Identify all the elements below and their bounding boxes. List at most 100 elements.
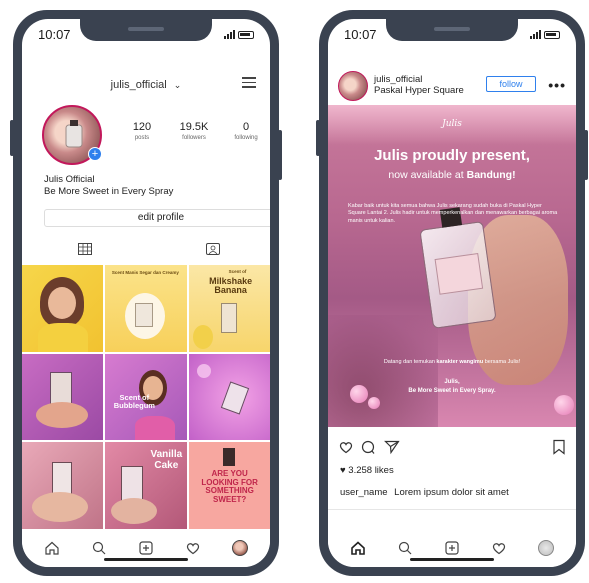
profile-username: julis_official: [110, 79, 167, 91]
post-subline: now available at Bandung!: [328, 169, 576, 181]
grid-caption: ARE YOU LOOKING FOR SOMETHING SWEET?: [201, 469, 258, 504]
subline-text: now available at: [388, 169, 467, 181]
search-icon[interactable]: [397, 540, 413, 556]
caption-text: Lorem ipsum dolor sit amet: [394, 487, 509, 498]
caption-username[interactable]: user_name: [340, 487, 388, 498]
likes-count[interactable]: ♥ 3.258 likes: [340, 465, 394, 476]
brand-logo: Julis: [442, 119, 462, 129]
add-post-icon[interactable]: [138, 540, 154, 556]
add-post-icon[interactable]: [444, 540, 460, 556]
stat-following[interactable]: 0 following: [221, 121, 270, 141]
post-caption: user_name Lorem ipsum dolor sit amet: [340, 487, 509, 498]
bottom-nav: [328, 529, 576, 567]
grid-post[interactable]: [22, 353, 104, 441]
bookmark-icon[interactable]: [552, 439, 566, 455]
profile-avatar-small[interactable]: [232, 540, 249, 556]
chevron-down-icon: ⌄: [173, 80, 182, 90]
perfume-bottle: [419, 207, 497, 329]
invite-text-end: bersama Julis!: [483, 359, 521, 365]
post-actions: [328, 437, 576, 459]
grid-post[interactable]: [22, 442, 104, 529]
likes-text: 3.258 likes: [348, 465, 394, 476]
stat-value: 120: [132, 121, 152, 133]
grid-post[interactable]: [188, 353, 270, 441]
divider: [328, 509, 576, 510]
stat-label: following: [234, 135, 258, 141]
post-author-username[interactable]: julis_official: [374, 74, 422, 85]
heart-icon[interactable]: [185, 540, 201, 556]
post-body-text: Kabar baik untuk kita semua bahwa Julis …: [348, 203, 558, 224]
comment-icon[interactable]: [360, 439, 376, 455]
grid-caption: Scent of Bubblegum: [113, 392, 155, 410]
profile-screen: 10:07 julis_official ⌄ + 120 posts 19.5K…: [22, 19, 270, 567]
grid-caption: Milkshake Banana: [209, 276, 253, 296]
grid-caption-small: Scent of: [228, 269, 247, 274]
home-indicator: [104, 558, 188, 561]
profile-avatar[interactable]: +: [42, 105, 102, 165]
bio-name: Julis Official: [44, 174, 95, 185]
home-icon[interactable]: [350, 540, 366, 556]
edit-profile-button[interactable]: edit profile: [44, 209, 270, 227]
grid-post[interactable]: [22, 265, 104, 352]
grid-post[interactable]: ARE YOU LOOKING FOR SOMETHING SWEET?: [188, 442, 270, 529]
phone-side-button: [278, 130, 282, 180]
bottom-nav: [22, 529, 270, 567]
phone-profile: 10:07 julis_official ⌄ + 120 posts 19.5K…: [10, 10, 282, 576]
heart-icon[interactable]: [491, 540, 507, 556]
status-icons: [530, 30, 560, 39]
phone-side-button: [584, 130, 588, 180]
stat-value: 0: [242, 121, 250, 133]
post-headline: Julis proudly present,: [374, 147, 530, 164]
post-location[interactable]: Paskal Hyper Square: [374, 85, 464, 96]
bio-text: Be More Sweet in Every Spray: [44, 186, 174, 197]
like-heart-icon[interactable]: [338, 439, 354, 455]
tagged-icon[interactable]: [206, 243, 220, 255]
follow-button[interactable]: follow: [486, 76, 536, 92]
menu-icon[interactable]: [242, 77, 256, 91]
status-time: 10:07: [38, 27, 71, 42]
post-image[interactable]: Julis Julis proudly present, now availab…: [328, 105, 576, 427]
notch: [386, 19, 518, 41]
invite-text: Datang dan temukan: [383, 359, 437, 365]
grid-icon[interactable]: [78, 243, 92, 255]
grid-post[interactable]: Vanilla Cake: [105, 442, 187, 529]
add-story-icon[interactable]: +: [88, 147, 102, 161]
profile-avatar-small[interactable]: [538, 540, 555, 556]
grid-post[interactable]: Scent of Milkshake Banana: [188, 265, 270, 352]
notch: [80, 19, 212, 41]
heart-filled-icon: ♥: [340, 465, 346, 476]
profile-tabs: [22, 241, 270, 261]
home-icon[interactable]: [44, 540, 60, 556]
grid-post[interactable]: Scent Manis Segar dan Creamy: [105, 265, 187, 352]
grid-caption: Scent Manis Segar dan Creamy: [111, 270, 179, 275]
stat-posts[interactable]: 120 posts: [117, 121, 167, 141]
stat-label: posts: [134, 135, 150, 141]
more-options-icon[interactable]: •••: [548, 77, 566, 93]
phone-post: 10:07 julis_official Paskal Hyper Square…: [316, 10, 588, 576]
home-indicator: [410, 558, 494, 561]
profile-username-switcher[interactable]: julis_official ⌄: [22, 79, 270, 91]
signal-icon: [530, 30, 541, 39]
phone-side-button: [316, 120, 320, 156]
stat-value: 19.5K: [179, 121, 209, 133]
stat-label: followers: [182, 135, 206, 141]
phone-side-button: [10, 120, 14, 156]
battery-icon: [238, 30, 254, 39]
battery-icon: [544, 30, 560, 39]
post-sign-2: Be More Sweet in Every Spray.: [408, 388, 496, 394]
post-author-avatar[interactable]: [338, 71, 368, 101]
subline-city: Bandung!: [466, 169, 516, 181]
stat-followers[interactable]: 19.5K followers: [169, 121, 219, 141]
share-icon[interactable]: [384, 439, 400, 455]
status-icons: [224, 30, 254, 39]
post-invite: Datang dan temukan karakter wangimu bers…: [328, 359, 576, 365]
post-screen: 10:07 julis_official Paskal Hyper Square…: [328, 19, 576, 567]
post-sign-1: Julis,: [444, 379, 460, 385]
post-header: julis_official Paskal Hyper Square follo…: [328, 67, 576, 103]
invite-bold: karakter wangimu: [436, 359, 484, 365]
status-time: 10:07: [344, 27, 377, 42]
grid-post[interactable]: Scent of Bubblegum: [105, 353, 187, 441]
post-grid: Scent Manis Segar dan Creamy Scent of Mi…: [22, 265, 270, 529]
signal-icon: [224, 30, 235, 39]
search-icon[interactable]: [91, 540, 107, 556]
